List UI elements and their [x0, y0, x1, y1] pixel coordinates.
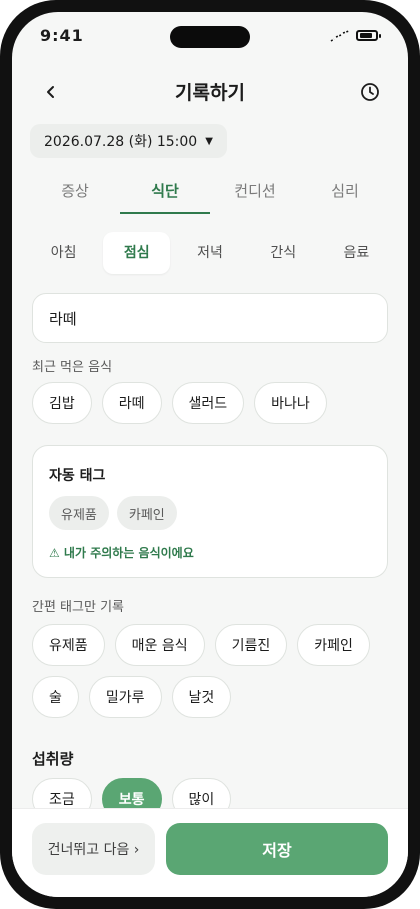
status-time: 9:41 — [40, 26, 84, 45]
page-title: 기록하기 — [175, 82, 245, 104]
caret-down-icon: ▼ — [205, 135, 213, 147]
quick-tag-chip[interactable]: 날것 — [171, 676, 232, 718]
app-screen: 9:41 기록하기 2026.07.28 (화) 15:00 ▼ 증상 식단 컨… — [12, 12, 408, 897]
tab-mind[interactable]: 심리 — [300, 172, 390, 214]
intake-amount-title: 섭취량 — [32, 750, 74, 768]
quick-tag-chip[interactable]: 기름진 — [214, 624, 288, 666]
skip-next-button[interactable]: 건너뛰고 다음 › — [32, 823, 155, 875]
history-button[interactable] — [356, 78, 384, 106]
quick-tag-chip[interactable]: 카페인 — [297, 624, 370, 666]
quick-tags-list: 유제품 매운 음식 기름진 카페인 술 밀가루 날것 — [32, 624, 392, 718]
quick-tag-chip[interactable]: 매운 음식 — [114, 624, 205, 666]
tab-condition[interactable]: 컨디션 — [210, 172, 300, 214]
bottom-action-bar: 건너뛰고 다음 › 저장 — [12, 808, 408, 897]
recent-food-chip[interactable]: 라떼 — [101, 382, 162, 424]
save-button[interactable]: 저장 — [166, 823, 388, 875]
quick-tags-label: 간편 태그만 기록 — [32, 600, 124, 615]
recent-food-chip[interactable]: 샐러드 — [171, 382, 245, 424]
quick-tag-chip[interactable]: 유제품 — [32, 624, 105, 666]
caution-food-warning: ⚠ 내가 주의하는 음식이에요 — [49, 546, 194, 560]
auto-tag-title: 자동 태그 — [49, 468, 106, 484]
auto-tag: 유제품 — [49, 496, 109, 530]
recent-food-chip[interactable]: 바나나 — [254, 382, 327, 424]
quick-tag-chip[interactable]: 밀가루 — [88, 676, 162, 718]
dynamic-island — [170, 26, 250, 48]
meal-tab-drink[interactable]: 음료 — [323, 232, 390, 274]
recent-foods-label: 최근 먹은 음식 — [32, 360, 113, 375]
meal-tabs: 아침 점심 저녁 간식 음료 — [30, 232, 390, 274]
date-time-label: 2026.07.28 (화) 15:00 — [44, 134, 198, 150]
signal-icon — [330, 30, 350, 42]
quick-tag-chip[interactable]: 술 — [32, 676, 79, 718]
app-header: 기록하기 — [12, 72, 408, 112]
recent-food-chip[interactable]: 김밥 — [32, 382, 92, 424]
status-bar: 9:41 — [12, 12, 408, 60]
date-time-selector[interactable]: 2026.07.28 (화) 15:00 ▼ — [30, 124, 227, 158]
auto-tag-card: 자동 태그 유제품 카페인 ⚠ 내가 주의하는 음식이에요 — [32, 445, 388, 578]
tab-symptom[interactable]: 증상 — [30, 172, 120, 214]
food-input[interactable] — [32, 293, 388, 343]
meal-tab-snack[interactable]: 간식 — [250, 232, 317, 274]
recent-foods-list: 김밥 라떼 샐러드 바나나 — [32, 382, 392, 424]
meal-tab-breakfast[interactable]: 아침 — [30, 232, 97, 274]
auto-tag: 카페인 — [116, 496, 177, 530]
record-type-tabs: 증상 식단 컨디션 심리 — [30, 172, 390, 214]
meal-tab-lunch[interactable]: 점심 — [103, 232, 171, 274]
auto-tag-list: 유제품 카페인 — [49, 496, 177, 530]
meal-tab-dinner[interactable]: 저녁 — [176, 232, 243, 274]
phone-frame: 9:41 기록하기 2026.07.28 (화) 15:00 ▼ 증상 식단 컨… — [0, 0, 420, 909]
tab-diet[interactable]: 식단 — [120, 172, 210, 214]
clock-icon — [361, 83, 379, 101]
battery-icon — [356, 30, 381, 41]
